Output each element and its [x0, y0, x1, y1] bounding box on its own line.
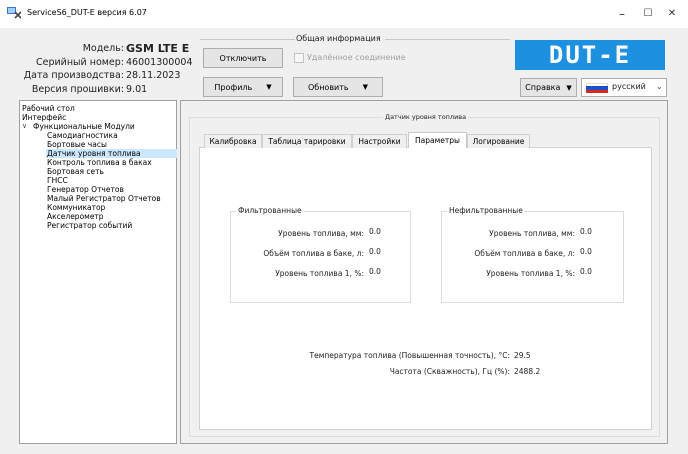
frequency-value: 2488.2 — [514, 367, 541, 376]
profile-dropdown[interactable]: Профиль ▼ — [203, 77, 283, 97]
fuel-sensor-group-title: Датчик уровня топлива — [383, 113, 469, 121]
production-date-label: Дата производства: — [23, 70, 124, 81]
info-group-line-left — [200, 39, 295, 40]
unfiltered-title: Нефильтрованные — [447, 206, 525, 215]
app-icon — [7, 7, 21, 19]
tree-item-onboard-network[interactable]: Бортовая сеть — [47, 167, 104, 176]
tree-item-onboard-clock[interactable]: Бортовые часы — [47, 140, 107, 149]
temperature-label: Температура топлива (Повышенная точность… — [309, 351, 510, 360]
unfiltered-level-mm-label: Уровень топлива, мм: — [489, 229, 575, 238]
remote-connection-label: Удалённое соединение — [307, 53, 406, 62]
filtered-volume-value: 0.0 — [369, 247, 381, 256]
tree-item-fuel-tank-control[interactable]: Контроль топлива в баках — [47, 158, 152, 167]
filtered-level-pct-value: 0.0 — [369, 267, 381, 276]
unfiltered-volume-label: Объём топлива в баке, л: — [474, 249, 575, 258]
serial-value: 46001300004 — [126, 57, 193, 68]
language-select[interactable]: русский ⌄ — [581, 78, 667, 97]
chevron-down-icon: ⌄ — [656, 82, 663, 91]
temperature-value: 29.5 — [514, 351, 531, 360]
serial-label: Серийный номер: — [35, 57, 124, 68]
production-date-value: 28.11.2023 — [126, 70, 181, 81]
unfiltered-level-pct-label: Уровень топлива 1, %: — [486, 269, 575, 278]
caret-down-icon: ▼ — [566, 83, 572, 92]
close-button[interactable]: ✕ — [662, 6, 682, 22]
filtered-level-pct-label: Уровень топлива 1, %: — [275, 269, 364, 278]
tree-item-fuel-level-sensor[interactable]: Датчик уровня топлива — [46, 149, 177, 158]
tree-item-communicator[interactable]: Коммуникатор — [47, 203, 105, 212]
unfiltered-volume-value: 0.0 — [580, 247, 592, 256]
russian-flag-icon — [586, 83, 608, 93]
remote-connection-checkbox[interactable] — [294, 53, 304, 63]
model-value: GSM LTE E — [126, 42, 190, 55]
info-group-line-right — [385, 39, 510, 40]
tab-calibration[interactable]: Калибровка — [204, 134, 262, 148]
caret-down-icon: ▼ — [362, 83, 369, 91]
unfiltered-level-mm-value: 0.0 — [580, 227, 592, 236]
filtered-volume-label: Объём топлива в баке, л: — [263, 249, 364, 258]
tree-item-gnss[interactable]: ГНСС — [47, 176, 68, 185]
dut-e-logo: DUT-E — [515, 40, 665, 70]
tree-item-report-generator[interactable]: Генератор Отчетов — [47, 185, 124, 194]
window-title: ServiceS6_DUT-E версия 6.07 — [27, 8, 147, 17]
help-label: Справка — [525, 83, 561, 92]
refresh-label: Обновить — [307, 82, 349, 92]
module-tree[interactable]: Рабочий стол Интерфейс ∨ Функциональные … — [19, 100, 177, 444]
firmware-label: Версия прошивки: — [31, 84, 124, 95]
tree-expand-chevron-icon[interactable]: ∨ — [22, 122, 27, 130]
tree-item-functional-modules[interactable]: Функциональные Модули — [33, 122, 135, 131]
tree-item-small-report-recorder[interactable]: Малый Регистратор Отчетов — [47, 194, 161, 203]
frequency-label: Частота (Скважность), Гц (%): — [389, 367, 510, 376]
tree-item-desktop[interactable]: Рабочий стол — [22, 104, 75, 113]
tab-calibration-table[interactable]: Таблица тарировки — [262, 134, 352, 148]
tree-item-self-diagnostics[interactable]: Самодиагностика — [47, 131, 118, 140]
tab-logging[interactable]: Логирование — [467, 134, 530, 148]
model-label: Модель: — [82, 43, 124, 54]
info-group-title: Общая информация — [296, 34, 381, 43]
tree-item-interface[interactable]: Интерфейс — [22, 113, 66, 122]
filtered-title: Фильтрованные — [236, 206, 304, 215]
minimize-button[interactable]: – — [612, 6, 632, 22]
filtered-level-mm-value: 0.0 — [369, 227, 381, 236]
unfiltered-level-pct-value: 0.0 — [580, 267, 592, 276]
help-dropdown[interactable]: Справка ▼ — [520, 78, 577, 97]
maximize-button[interactable]: ☐ — [638, 6, 658, 22]
tab-parameters[interactable]: Параметры — [408, 132, 467, 148]
tree-item-accelerometer[interactable]: Акселерометр — [47, 212, 104, 221]
caret-down-icon: ▼ — [266, 83, 272, 91]
firmware-value: 9.01 — [126, 84, 148, 95]
tree-item-event-recorder[interactable]: Регистратор событий — [47, 221, 132, 230]
profile-label: Профиль — [214, 82, 253, 92]
language-label: русский — [612, 82, 646, 91]
refresh-dropdown[interactable]: Обновить ▼ — [293, 77, 383, 97]
filtered-level-mm-label: Уровень топлива, мм: — [278, 229, 364, 238]
disconnect-button[interactable]: Отключить — [203, 48, 283, 68]
tab-settings[interactable]: Настройки — [352, 134, 407, 148]
